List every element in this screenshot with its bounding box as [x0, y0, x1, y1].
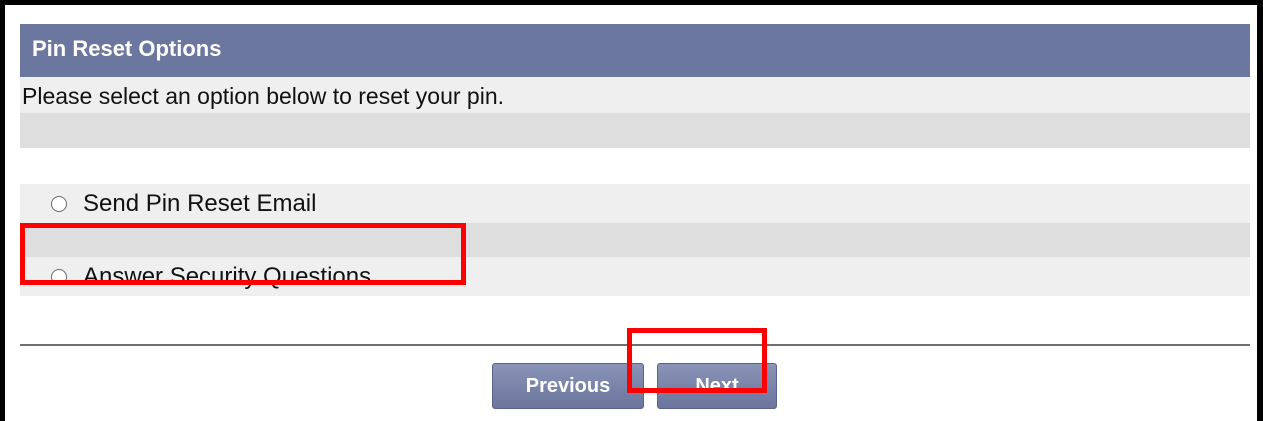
option-row-security: Answer Security Questions: [20, 257, 1250, 296]
panel-title: Pin Reset Options: [32, 36, 222, 61]
instruction-text: Please select an option below to reset y…: [22, 83, 505, 109]
spacer-row: [20, 223, 1250, 257]
radio-security-questions[interactable]: [51, 268, 67, 285]
radio-send-email[interactable]: [51, 195, 67, 212]
previous-button[interactable]: Previous: [492, 363, 644, 409]
option-send-email-label[interactable]: Send Pin Reset Email: [83, 190, 316, 218]
divider-line: [20, 344, 1250, 346]
panel-header: Pin Reset Options: [20, 24, 1250, 77]
next-button[interactable]: Next: [657, 363, 777, 409]
option-send-email[interactable]: Send Pin Reset Email: [51, 184, 316, 223]
option-security-questions-label[interactable]: Answer Security Questions: [83, 263, 371, 291]
option-row-email: Send Pin Reset Email: [20, 184, 1250, 223]
spacer-row: [20, 113, 1250, 148]
instruction-row: Please select an option below to reset y…: [20, 77, 1250, 113]
option-security-questions[interactable]: Answer Security Questions: [51, 257, 371, 296]
